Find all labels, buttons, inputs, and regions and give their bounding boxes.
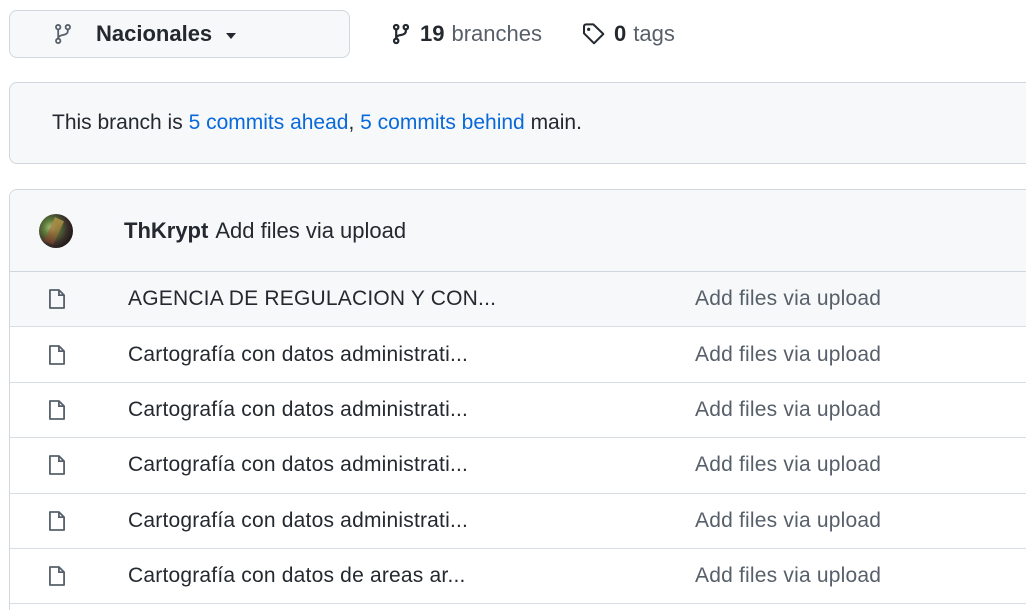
- git-branch-icon: [52, 23, 74, 45]
- file-list: ThKrypt Add files via upload AGENCIA DE …: [9, 189, 1026, 610]
- file-name-link[interactable]: AGENCIA DE REGULACION Y CON...: [128, 287, 673, 311]
- file-name-link[interactable]: Cartografía con datos administrati...: [128, 343, 673, 367]
- file-commit-message-link[interactable]: Add files via upload: [695, 287, 881, 311]
- notice-suffix: main.: [524, 111, 582, 134]
- commits-behind-link[interactable]: 5 commits behind: [360, 111, 525, 135]
- commit-message-link[interactable]: Add files via upload: [215, 218, 406, 244]
- file-commit-message-link[interactable]: Add files via upload: [695, 343, 881, 367]
- file-icon: [48, 288, 66, 310]
- branches-link[interactable]: 19 branches: [390, 21, 542, 47]
- repository-file-browser: Nacionales 19 branches 0 tags This branc…: [0, 0, 1026, 610]
- file-name-link[interactable]: Cartografía con datos administrati...: [128, 509, 673, 533]
- commit-author-link[interactable]: ThKrypt: [124, 218, 208, 244]
- notice-prefix: This branch is: [52, 111, 189, 134]
- file-commit-message-link[interactable]: Add files via upload: [695, 453, 881, 477]
- file-icon: [48, 510, 66, 532]
- file-name-link[interactable]: Cartografía con datos administrati...: [128, 453, 673, 477]
- branch-toolbar: Nacionales 19 branches 0 tags: [9, 10, 675, 58]
- branches-label: branches: [451, 21, 542, 46]
- file-icon: [48, 344, 66, 366]
- branch-comparison-notice: This branch is 5 commits ahead , 5 commi…: [9, 82, 1026, 164]
- tags-label: tags: [633, 21, 675, 46]
- file-commit-message-link[interactable]: Add files via upload: [695, 564, 881, 588]
- file-icon: [48, 399, 66, 421]
- file-row[interactable]: AGENCIA DE REGULACION Y CON... Add files…: [10, 272, 1026, 328]
- commits-ahead-link[interactable]: 5 commits ahead: [189, 111, 349, 135]
- file-row[interactable]: Cartografía con datos administrati... Ad…: [10, 327, 1026, 383]
- file-row[interactable]: Cartografía con datos administrati... Ad…: [10, 383, 1026, 439]
- tags-link[interactable]: 0 tags: [582, 21, 675, 47]
- file-name-link[interactable]: Cartografía con datos administrati...: [128, 398, 673, 422]
- avatar[interactable]: [39, 213, 73, 248]
- branch-select-button[interactable]: Nacionales: [9, 10, 350, 58]
- file-commit-message-link[interactable]: Add files via upload: [695, 509, 881, 533]
- file-icon: [48, 454, 66, 476]
- tag-icon: [582, 23, 606, 45]
- tags-count: 0: [614, 21, 627, 46]
- file-name-link[interactable]: Cartografía con datos de areas ar...: [128, 564, 673, 588]
- git-branch-icon: [390, 23, 412, 45]
- branches-count: 19: [420, 21, 445, 46]
- notice-separator: ,: [348, 111, 361, 134]
- chevron-down-icon: [226, 32, 237, 39]
- latest-commit-bar: ThKrypt Add files via upload: [10, 190, 1026, 272]
- file-commit-message-link[interactable]: Add files via upload: [695, 398, 881, 422]
- file-row[interactable]: Cartografía con datos de areas ar... Add…: [10, 549, 1026, 605]
- file-icon: [48, 565, 66, 587]
- branch-select-label: Nacionales: [96, 21, 213, 46]
- file-row[interactable]: Cartografía con datos administrati... Ad…: [10, 494, 1026, 549]
- file-row[interactable]: Cartografía con datos administrati... Ad…: [10, 438, 1026, 494]
